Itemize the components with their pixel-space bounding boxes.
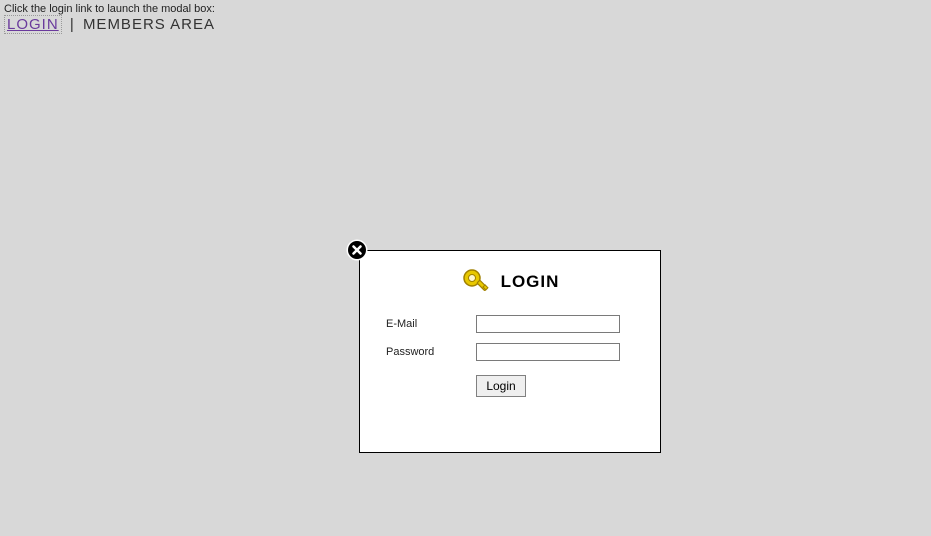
modal-title: LOGIN [501,272,560,292]
modal-header: LOGIN [360,251,660,309]
login-form: E-Mail Password Login [386,315,660,397]
nav-bar: LOGIN | MEMBERS AREA [0,15,931,34]
email-label: E-Mail [386,318,476,330]
close-icon[interactable] [346,239,368,261]
modal-overlay: LOGIN E-Mail Password Login [0,0,931,536]
login-link[interactable]: LOGIN [4,15,62,34]
key-icon [461,267,491,297]
nav-separator: | [70,16,75,33]
instruction-text: Click the login link to launch the modal… [0,0,931,15]
password-label: Password [386,346,476,358]
login-modal: LOGIN E-Mail Password Login [359,250,661,453]
login-button[interactable]: Login [476,375,526,397]
members-area-link[interactable]: MEMBERS AREA [83,16,215,33]
email-field[interactable] [476,315,620,333]
password-field[interactable] [476,343,620,361]
